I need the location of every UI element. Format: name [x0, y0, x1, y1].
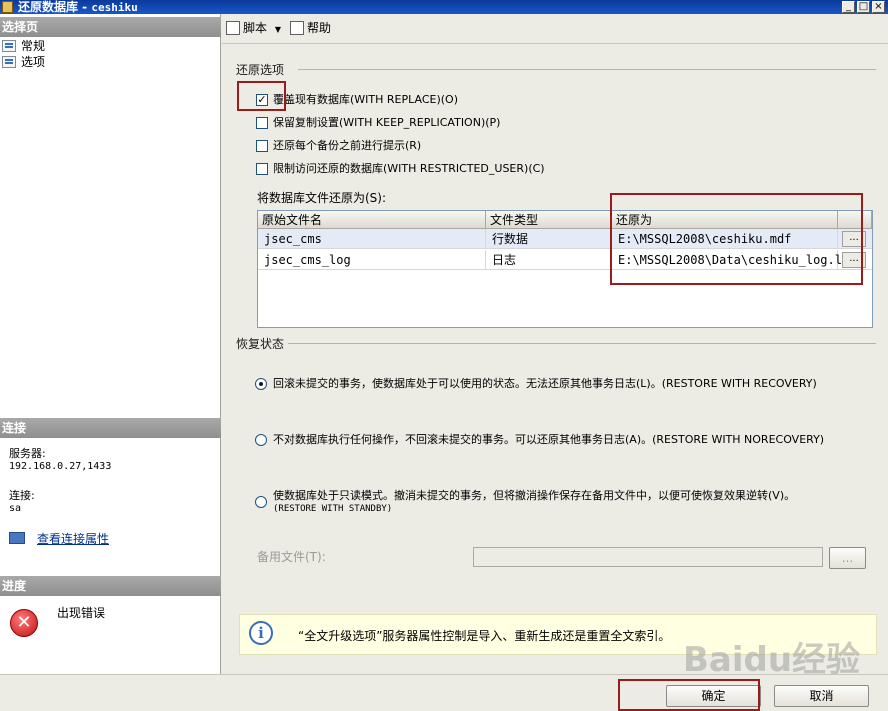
- recovery-state-group-label: 恢复状态: [236, 337, 285, 351]
- page-item-general[interactable]: 常规: [2, 39, 45, 53]
- column-header-restore-as[interactable]: 还原为: [612, 211, 838, 229]
- prompt-before-restore-label: 还原每个备份之前进行提示(R): [273, 139, 422, 152]
- script-icon: [226, 21, 240, 35]
- page-icon: [2, 40, 16, 52]
- column-header-original[interactable]: 原始文件名: [258, 211, 486, 229]
- restricted-user-checkbox[interactable]: [256, 163, 268, 175]
- table-row[interactable]: jsec_cms 行数据 E:\MSSQL2008\ceshiku.mdf ..…: [258, 229, 872, 249]
- standby-radio[interactable]: [255, 496, 267, 508]
- error-icon: ✕: [10, 609, 38, 637]
- ok-button[interactable]: 确定: [666, 685, 761, 707]
- standby-file-label: 备用文件(T):: [257, 550, 326, 564]
- files-label: 将数据库文件还原为(S):: [257, 191, 387, 205]
- help-label: 帮助: [307, 21, 332, 35]
- page-item-general-label: 常规: [21, 39, 46, 53]
- recovery-radio[interactable]: [255, 378, 267, 390]
- norecovery-radio[interactable]: [255, 434, 267, 446]
- title-bar: 还原数据库 - ceshiku _ □ ×: [0, 0, 888, 14]
- info-message-text: “全文升级选项”服务器属性控制是导入、重新生成还是重置全文索引。: [298, 629, 671, 643]
- recovery-label: 回滚未提交的事务，使数据库处于可以使用的状态。无法还原其他事务日志(L)。(RE…: [273, 377, 817, 390]
- page-item-options[interactable]: 选项: [2, 55, 45, 69]
- chevron-down-icon: ▼: [274, 25, 281, 34]
- standby-browse-button[interactable]: ...: [829, 547, 866, 569]
- divider: [298, 69, 876, 70]
- toolbar: 脚本 ▼ 帮助: [222, 14, 888, 44]
- close-button[interactable]: ×: [872, 1, 885, 13]
- standby-file-input[interactable]: [473, 547, 823, 567]
- cell-original: jsec_cms: [258, 229, 486, 249]
- prompt-before-restore-checkbox[interactable]: [256, 140, 268, 152]
- help-button[interactable]: 帮助: [290, 21, 331, 35]
- standby-label: 使数据库处于只读模式。撤消未提交的事务，但将撤消操作保存在备用文件中，以便可使恢…: [273, 489, 796, 502]
- cell-restore-as[interactable]: E:\MSSQL2008\Data\ceshiku_log.ldf: [612, 250, 856, 270]
- restricted-user-label: 限制访问还原的数据库(WITH RESTRICTED_USER)(C): [273, 162, 545, 175]
- left-panel: 选择页 常规 选项 连接 服务器: 192.168.0.27,1433 连接: …: [0, 14, 221, 674]
- database-icon: [2, 1, 13, 13]
- browse-button[interactable]: ...: [842, 231, 866, 247]
- main-panel: 脚本 ▼ 帮助 还原选项 ✓ 覆盖现有数据库(WITH REPLACE)(O) …: [222, 14, 888, 674]
- script-button[interactable]: 脚本 ▼: [226, 21, 281, 37]
- connection-properties-icon: [9, 532, 25, 544]
- window-title-prefix: 还原数据库 -: [18, 0, 88, 14]
- button-bar: 确定 取消: [0, 674, 888, 711]
- server-label: 服务器:: [9, 447, 46, 460]
- progress-status: 出现错误: [57, 606, 106, 620]
- cell-type: 日志: [486, 250, 612, 270]
- help-icon: [290, 21, 304, 35]
- cell-type: 行数据: [486, 229, 612, 249]
- info-message-box: i “全文升级选项”服务器属性控制是导入、重新生成还是重置全文索引。: [239, 614, 877, 655]
- standby-label-line2: (RESTORE WITH STANDBY): [273, 504, 393, 514]
- window-title: 还原数据库 - ceshiku: [18, 0, 138, 15]
- page-item-options-label: 选项: [21, 55, 46, 69]
- with-replace-label: 覆盖现有数据库(WITH REPLACE)(O): [273, 93, 459, 106]
- browse-button[interactable]: ...: [842, 252, 866, 268]
- page-icon: [2, 56, 16, 68]
- progress-header: 进度: [0, 576, 221, 596]
- keep-replication-checkbox[interactable]: [256, 117, 268, 129]
- keep-replication-label: 保留复制设置(WITH KEEP_REPLICATION)(P): [273, 116, 501, 129]
- connection-header: 连接: [0, 418, 221, 438]
- maximize-button[interactable]: □: [857, 1, 870, 13]
- window-title-db: ceshiku: [91, 1, 138, 14]
- view-connection-properties-link[interactable]: 查看连接属性: [37, 530, 109, 547]
- server-value: 192.168.0.27,1433: [9, 461, 112, 472]
- cancel-button[interactable]: 取消: [774, 685, 869, 707]
- connection-label: 连接:: [9, 489, 35, 502]
- cell-original: jsec_cms_log: [258, 250, 486, 270]
- minimize-button[interactable]: _: [842, 1, 855, 13]
- info-icon: i: [249, 621, 273, 645]
- divider: [288, 343, 876, 344]
- restore-options-group-label: 还原选项: [236, 63, 285, 77]
- with-replace-checkbox[interactable]: ✓: [256, 94, 268, 106]
- column-header-browse: [838, 211, 872, 229]
- file-grid[interactable]: 原始文件名 文件类型 还原为 jsec_cms 行数据 E:\MSSQL2008…: [257, 210, 873, 328]
- table-row[interactable]: jsec_cms_log 日志 E:\MSSQL2008\Data\ceshik…: [258, 250, 872, 270]
- script-label: 脚本: [243, 21, 268, 35]
- cell-restore-as[interactable]: E:\MSSQL2008\ceshiku.mdf: [612, 229, 838, 249]
- column-header-type[interactable]: 文件类型: [486, 211, 612, 229]
- norecovery-label: 不对数据库执行任何操作，不回滚未提交的事务。可以还原其他事务日志(A)。(RES…: [273, 433, 825, 446]
- connection-value: sa: [9, 503, 22, 514]
- select-page-header: 选择页: [0, 17, 221, 37]
